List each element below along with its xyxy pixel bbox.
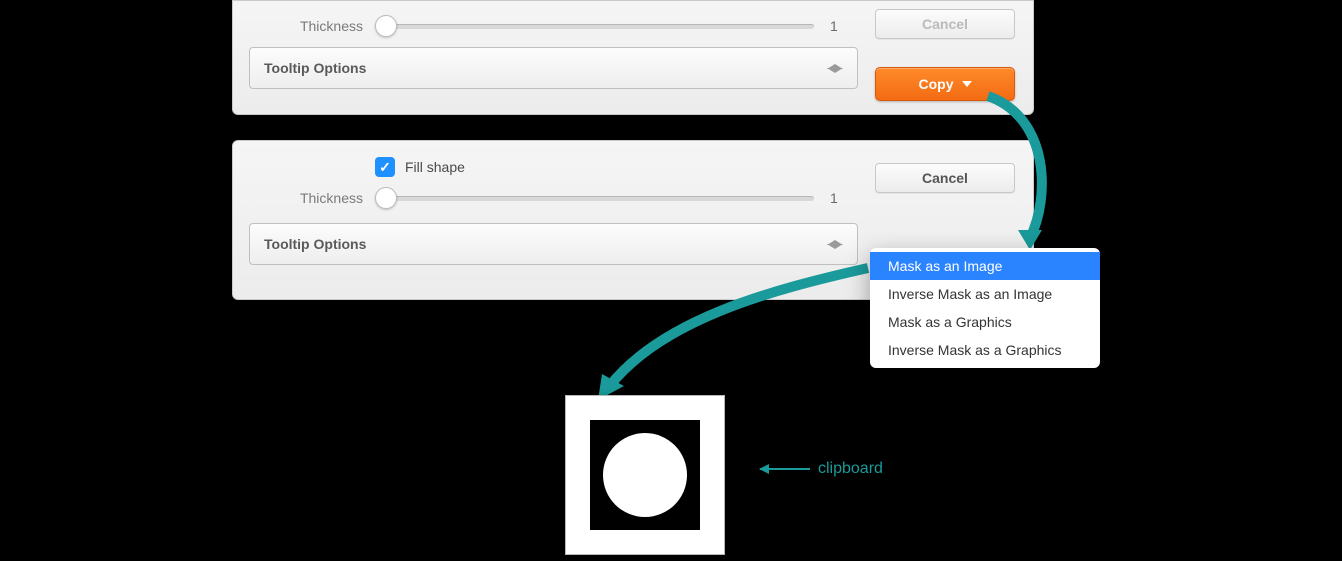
thickness-slider[interactable]	[375, 24, 814, 29]
menu-item-mask-image[interactable]: Mask as an Image	[870, 252, 1100, 280]
mask-preview-square	[590, 420, 700, 530]
thickness-value: 1	[830, 18, 858, 34]
menu-item-inverse-mask-image[interactable]: Inverse Mask as an Image	[870, 280, 1100, 308]
options-panel-top: Thickness 1 Tooltip Options Cancel Copy	[232, 0, 1034, 115]
copy-label: Copy	[919, 76, 954, 92]
tooltip-options-accordion[interactable]: Tooltip Options	[249, 47, 858, 89]
fill-shape-label: Fill shape	[405, 159, 465, 175]
thickness-slider[interactable]	[375, 196, 814, 201]
accordion-label: Tooltip Options	[264, 236, 366, 252]
menu-item-mask-graphics[interactable]: Mask as a Graphics	[870, 308, 1100, 336]
arrow-left-icon	[760, 468, 810, 470]
slider-thumb[interactable]	[375, 187, 397, 209]
fill-shape-checkbox[interactable]: ✓	[375, 157, 395, 177]
clipboard-preview	[565, 395, 725, 555]
chevron-collapse-icon	[827, 64, 843, 72]
copy-button[interactable]: Copy	[875, 67, 1015, 101]
accordion-label: Tooltip Options	[264, 60, 366, 76]
chevron-collapse-icon	[827, 240, 843, 248]
mask-preview-circle	[603, 433, 687, 517]
caret-down-icon	[962, 81, 972, 87]
copy-dropdown-menu: Mask as an Image Inverse Mask as an Imag…	[870, 248, 1100, 368]
clipboard-annotation-label: clipboard	[818, 460, 883, 478]
check-icon: ✓	[379, 159, 391, 176]
slider-thumb[interactable]	[375, 15, 397, 37]
menu-item-inverse-mask-graphics[interactable]: Inverse Mask as a Graphics	[870, 336, 1100, 364]
cancel-label: Cancel	[922, 170, 968, 186]
cancel-button[interactable]: Cancel	[875, 9, 1015, 39]
thickness-label: Thickness	[245, 18, 375, 34]
tooltip-options-accordion[interactable]: Tooltip Options	[249, 223, 858, 265]
cancel-label: Cancel	[922, 16, 968, 32]
thickness-value: 1	[830, 190, 858, 206]
thickness-label: Thickness	[245, 190, 375, 206]
cancel-button[interactable]: Cancel	[875, 163, 1015, 193]
